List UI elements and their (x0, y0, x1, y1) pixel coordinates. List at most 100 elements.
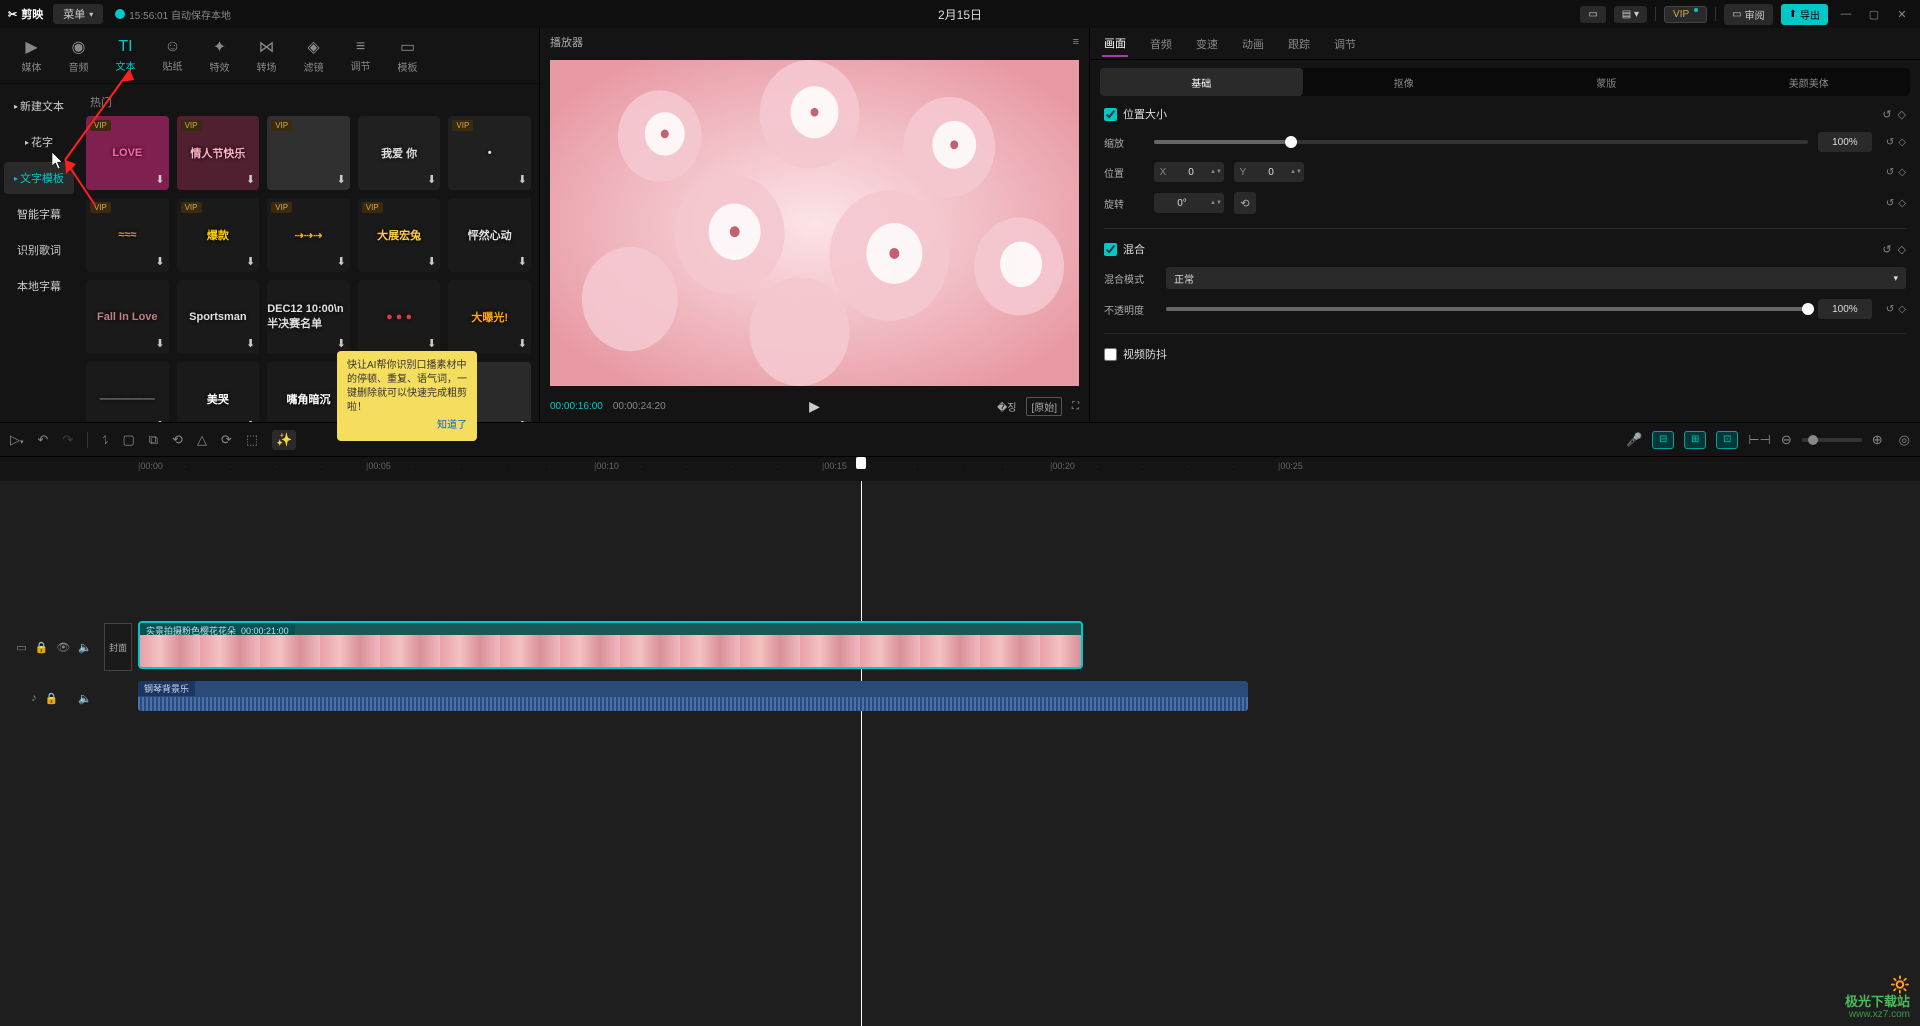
tooltip-ok[interactable]: 知道了 (347, 419, 467, 433)
props-subtab-1[interactable]: 抠像 (1303, 68, 1506, 96)
keyframe-icon[interactable]: ◇ (1898, 243, 1906, 256)
playhead-handle[interactable] (856, 457, 866, 469)
tool-tab-text[interactable]: TI文本 (102, 38, 149, 73)
props-tab-2[interactable]: 变速 (1194, 32, 1220, 56)
keyframe-icon[interactable]: ◇ (1898, 198, 1906, 209)
reset-icon[interactable]: ↺ (1886, 304, 1894, 315)
pos-y-input[interactable]: Y0▲▼ (1234, 162, 1304, 182)
download-icon[interactable]: ⬇ (427, 255, 436, 268)
track-menu-icon[interactable]: ▭ (16, 641, 26, 654)
redo-button[interactable]: ↷ (62, 432, 73, 448)
rotate-button[interactable]: ⟳ (221, 432, 232, 448)
asset-item[interactable]: ● ● ●⬇ (358, 280, 441, 354)
reverse-button[interactable]: ⟲ (172, 432, 183, 448)
asset-item[interactable]: VIP⬇ (267, 116, 350, 190)
download-icon[interactable]: ⬇ (518, 255, 527, 268)
toggle-1[interactable]: ⊟ (1652, 431, 1674, 449)
side-cat-lyric[interactable]: 识别歌词 (4, 234, 74, 266)
side-cat-flower[interactable]: ▸花字 (4, 126, 74, 158)
asset-item[interactable]: 怦然心动⬇ (448, 198, 531, 272)
asset-item[interactable]: VIP⇢⇢⇢⬇ (267, 198, 350, 272)
side-cat-tmpl[interactable]: ▸文字模板 (4, 162, 74, 194)
asset-item[interactable]: VIP情人节快乐⬇ (177, 116, 260, 190)
review-button[interactable]: ▭ 审阅 (1724, 4, 1772, 25)
track-lock-icon[interactable]: 🔒 (45, 692, 59, 705)
scale-slider[interactable] (1154, 140, 1808, 144)
props-tab-4[interactable]: 跟踪 (1286, 32, 1312, 56)
play-button[interactable]: ▶ (809, 398, 820, 415)
blend-mode-select[interactable]: 正常▾ (1166, 267, 1906, 289)
keyframe-icon[interactable]: ◇ (1898, 137, 1906, 148)
maximize-button[interactable]: ▢ (1864, 8, 1884, 21)
undo-button[interactable]: ↶ (38, 432, 49, 448)
zoom-slider[interactable] (1802, 438, 1862, 442)
rotate-90-button[interactable]: ⟲ (1234, 192, 1256, 214)
pos-x-input[interactable]: X0▲▼ (1154, 162, 1224, 182)
asset-item[interactable]: DEC12 10:00\n半决赛名单⬇ (267, 280, 350, 354)
asset-item[interactable]: VIP≈≈≈⬇ (86, 198, 169, 272)
tool-tab-transition[interactable]: ⋈转场 (243, 37, 290, 74)
asset-item[interactable]: VIP大展宏兔⬇ (358, 198, 441, 272)
crop-button[interactable]: ⬚ (246, 432, 258, 448)
download-icon[interactable]: ⬇ (155, 173, 164, 186)
mirror-button[interactable]: △ (197, 432, 207, 448)
playhead-line[interactable] (861, 481, 862, 1026)
reset-icon[interactable]: ↺ (1886, 137, 1894, 148)
pos-size-checkbox[interactable] (1104, 108, 1117, 121)
download-icon[interactable]: ⬇ (427, 173, 436, 186)
keyframe-icon[interactable]: ◇ (1898, 304, 1906, 315)
close-button[interactable]: ✕ (1892, 8, 1912, 21)
side-cat-smart[interactable]: 智能字幕 (4, 198, 74, 230)
video-clip[interactable]: 实景拍摄粉色樱花花朵 00:00:21:00 (138, 621, 1083, 669)
layout-button-1[interactable]: ▭ (1580, 6, 1605, 23)
download-icon[interactable]: ⬇ (246, 419, 255, 422)
side-cat-local[interactable]: 本地字幕 (4, 270, 74, 302)
fit-button[interactable]: ◎ (1899, 432, 1910, 448)
delete-button[interactable]: ▢ (122, 432, 134, 448)
reset-icon[interactable]: ↺ (1882, 243, 1891, 256)
asset-item[interactable]: Fall In Love⬇ (86, 280, 169, 354)
download-icon[interactable]: ⬇ (246, 337, 255, 350)
magnet-button[interactable]: ⊢⊣ (1748, 432, 1771, 448)
download-icon[interactable]: ⬇ (518, 337, 527, 350)
export-button[interactable]: ⬆ 导出 (1781, 4, 1828, 25)
props-tab-3[interactable]: 动画 (1240, 32, 1266, 56)
rotate-input[interactable]: 0°▲▼ (1154, 193, 1224, 213)
track-mute-icon[interactable]: 🔈 (78, 692, 92, 705)
opacity-value[interactable]: 100% (1818, 299, 1872, 319)
tool-tab-adjust[interactable]: ≡调节 (337, 38, 384, 73)
download-icon[interactable]: ⬇ (337, 337, 346, 350)
select-tool[interactable]: ▷▾ (10, 432, 24, 448)
timeline-ruler[interactable]: |00:00····|00:05····|00:10····|00:15····… (0, 457, 1920, 481)
menu-button[interactable]: 菜单▾ (53, 4, 103, 24)
asset-item[interactable]: VIPLOVE⬇ (86, 116, 169, 190)
zoom-out-button[interactable]: ⊖ (1781, 432, 1792, 448)
mic-button[interactable]: 🎤 (1626, 432, 1642, 448)
asset-item[interactable]: 我爱 你⬇ (358, 116, 441, 190)
download-icon[interactable]: ⬇ (155, 337, 164, 350)
tool-tab-effect[interactable]: ✦特效 (196, 37, 243, 74)
minimize-button[interactable]: — (1836, 8, 1856, 20)
props-tab-0[interactable]: 画面 (1102, 31, 1128, 57)
track-menu-icon[interactable]: ♪ (31, 692, 37, 704)
fullscreen-icon[interactable]: ⛶ (1072, 401, 1079, 412)
props-subtab-3[interactable]: 美颜美体 (1708, 68, 1911, 96)
toggle-3[interactable]: ⊡ (1716, 431, 1738, 449)
track-visible-icon[interactable]: 👁 (56, 641, 70, 654)
download-icon[interactable]: ⬇ (155, 255, 164, 268)
vip-button[interactable]: VIP (1664, 6, 1707, 23)
asset-item[interactable]: VIP•⬇ (448, 116, 531, 190)
copy-button[interactable]: ⧉ (149, 432, 158, 448)
ratio-button[interactable]: [原始] (1026, 397, 1062, 416)
stabilize-checkbox[interactable] (1104, 348, 1117, 361)
reset-icon[interactable]: ↺ (1886, 167, 1894, 178)
toggle-2[interactable]: ⊞ (1684, 431, 1706, 449)
tool-tab-audio[interactable]: ◉音频 (55, 37, 102, 74)
tool-tab-sticker[interactable]: ☺贴纸 (149, 38, 196, 73)
reset-icon[interactable]: ↺ (1886, 198, 1894, 209)
props-subtab-0[interactable]: 基础 (1100, 68, 1303, 96)
blend-checkbox[interactable] (1104, 243, 1117, 256)
download-icon[interactable]: ⬇ (246, 173, 255, 186)
download-icon[interactable]: ⬇ (518, 419, 527, 422)
smart-button[interactable]: ✨ (272, 430, 296, 450)
